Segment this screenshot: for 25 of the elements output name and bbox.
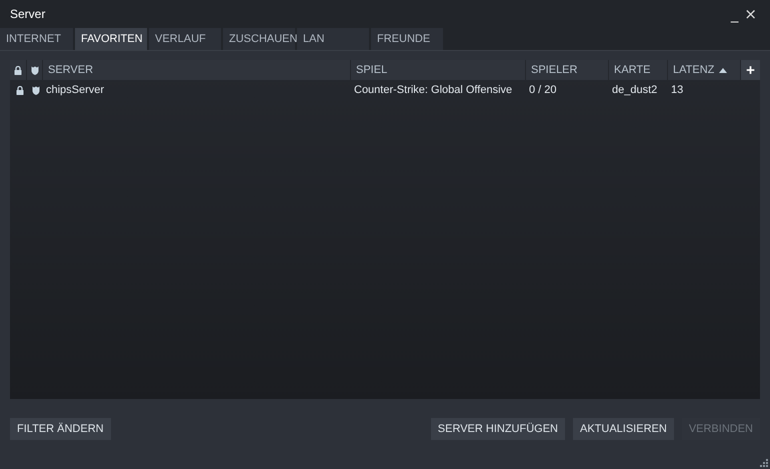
table-cell: 13 <box>671 84 684 96</box>
action-button[interactable]: FILTER ÄNDERN <box>10 418 111 440</box>
column-header[interactable]: SERVER <box>48 64 94 76</box>
table-cell: 0 / 20 <box>529 84 557 96</box>
column-header[interactable]: KARTE <box>614 64 650 76</box>
tab[interactable]: FAVORITEN <box>75 28 147 50</box>
column-header[interactable]: LATENZ <box>673 64 714 76</box>
close-button[interactable]: × <box>741 5 760 23</box>
table-cell: de_dust2 <box>612 84 658 96</box>
column-header[interactable]: SPIELER <box>531 64 578 76</box>
secure-column-icon <box>31 66 39 74</box>
tab[interactable]: ZUSCHAUEN <box>223 28 295 50</box>
resize-grip-icon[interactable] <box>760 459 768 467</box>
tab[interactable]: FREUNDE <box>371 28 443 50</box>
tab[interactable]: INTERNET <box>0 28 73 50</box>
table-cell: chipsServer <box>46 84 104 96</box>
tab[interactable]: VERLAUF <box>149 28 221 50</box>
action-button[interactable]: SERVER HINZUFÜGEN <box>430 418 565 440</box>
minimize-button[interactable]: _ <box>728 5 742 23</box>
column-header[interactable]: SPIEL <box>356 64 388 76</box>
tab[interactable]: LAN <box>297 28 369 50</box>
lock-column-icon <box>14 66 22 74</box>
window-title: Server <box>10 7 46 21</box>
table-cell: Counter-Strike: Global Offensive <box>354 84 512 96</box>
action-button[interactable]: AKTUALISIEREN <box>573 418 674 440</box>
